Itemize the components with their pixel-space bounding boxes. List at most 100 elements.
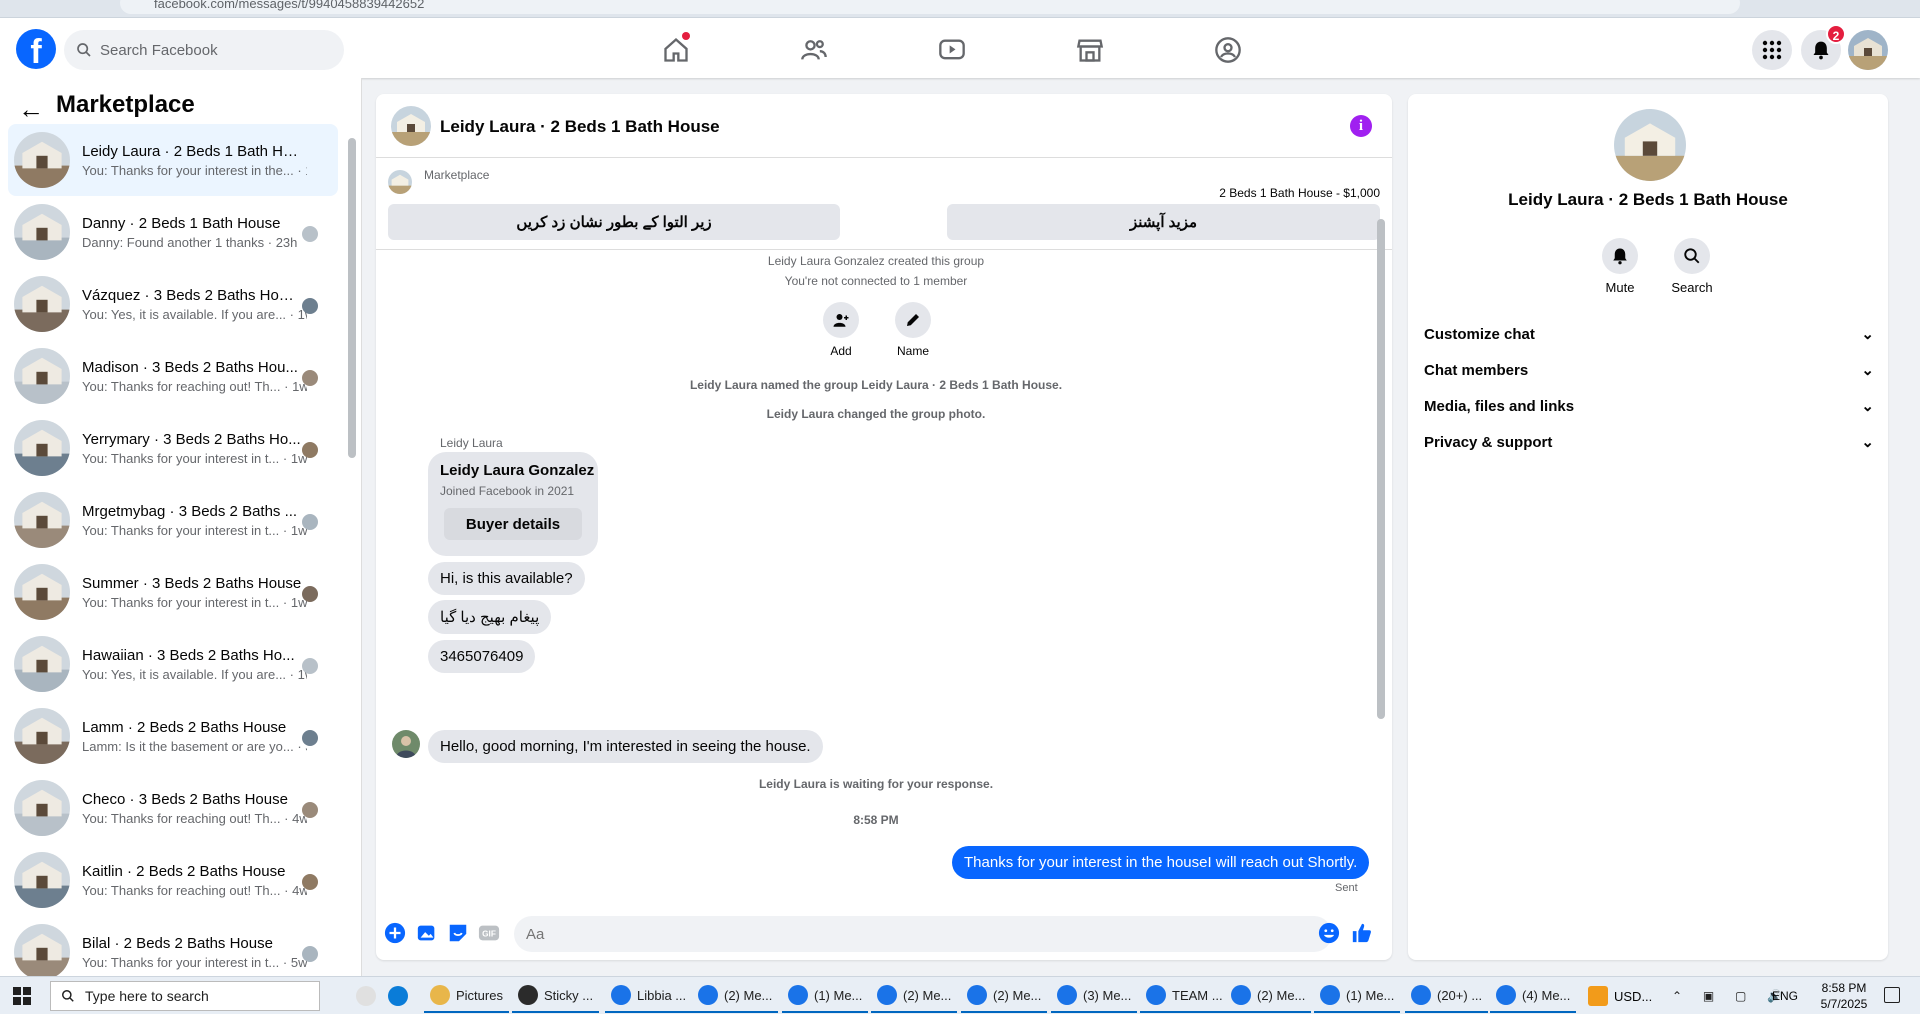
row-label: Media, files and links	[1424, 397, 1575, 415]
chat-avatar[interactable]	[391, 106, 431, 146]
name-group-action[interactable]: Name	[888, 302, 938, 358]
taskbar-window[interactable]: (1) Me...	[1314, 979, 1401, 1013]
menu-button[interactable]	[1752, 30, 1792, 70]
conversation-item[interactable]: Yerrymary · 3 Beds 2 Baths Ho... You: Tha…	[8, 412, 338, 484]
house-photo-icon	[14, 492, 70, 548]
sticker-icon[interactable]	[447, 922, 469, 944]
listing-thumbnail	[14, 204, 70, 260]
conversation-item[interactable]: Danny · 2 Beds 1 Bath House Danny: Found …	[8, 196, 338, 268]
system-message: Leidy Laura named the group Leidy Laura …	[689, 378, 1063, 392]
conversation-item[interactable]: Leidy Laura · 2 Beds 1 Bath House You: Th…	[8, 124, 338, 196]
conversation-item[interactable]: Summer · 3 Beds 2 Baths House You: Thanks…	[8, 556, 338, 628]
message-bubble[interactable]: Hi, is this available?	[428, 562, 585, 595]
video-tab[interactable]	[896, 28, 1008, 72]
conversation-name: Mrgetmybag · 3 Beds 2 Baths ...	[82, 502, 298, 520]
plus-circle-icon[interactable]	[384, 922, 406, 944]
profile-avatar[interactable]	[1848, 30, 1888, 70]
conversation-item[interactable]: Mrgetmybag · 3 Beds 2 Baths ... You: Than…	[8, 484, 338, 556]
address-bar[interactable]: facebook.com/messages/t/9940458839442652	[120, 0, 1740, 14]
media-files-links-row[interactable]: Media, files and links ⌄	[1424, 388, 1874, 424]
edge-icon[interactable]	[388, 986, 408, 1006]
photo-icon[interactable]	[416, 922, 438, 944]
windows-start-icon[interactable]	[13, 987, 31, 1005]
friends-tab[interactable]	[758, 28, 870, 72]
my-message-bubble[interactable]: Thanks for your interest in the houseI w…	[952, 846, 1370, 879]
message-bubble[interactable]: Hello, good morning, I'm interested in s…	[428, 730, 823, 763]
scrollbar[interactable]	[1377, 219, 1385, 719]
taskbar-window[interactable]: (2) Me...	[961, 979, 1048, 1013]
gif-icon[interactable]: GIF	[478, 922, 500, 944]
message-timestamp: 8:58 PM	[853, 813, 899, 827]
clock[interactable]: 8:58 PM 5/7/2025	[1808, 980, 1880, 1012]
conversation-item[interactable]: Kaitlin · 2 Beds 2 Baths House You: Thank…	[8, 844, 338, 916]
info-icon[interactable]: i	[1350, 115, 1372, 137]
system-tray-icons[interactable]: ⌃ ▣ ▢ 🔊	[1672, 983, 1782, 1009]
taskbar-window[interactable]: (20+) ...	[1405, 979, 1489, 1013]
conversation-item[interactable]: Checo · 3 Beds 2 Baths House You: Thanks …	[8, 772, 338, 844]
more-options-button[interactable]: مزید آپشنز	[947, 204, 1380, 240]
add-member-action[interactable]: Add	[816, 302, 866, 358]
house-photo-icon	[14, 420, 70, 476]
taskbar-window[interactable]: TEAM ...	[1140, 979, 1229, 1013]
taskbar-window[interactable]: Sticky ...	[512, 979, 600, 1013]
app-icon	[967, 985, 987, 1005]
chat-title[interactable]: Leidy Laura · 2 Beds 1 Bath House	[440, 117, 720, 137]
taskbar-window[interactable]: (4) Me...	[1490, 979, 1577, 1013]
groups-tab[interactable]	[1172, 28, 1284, 72]
clock-date: 5/7/2025	[1820, 997, 1868, 1011]
group-avatar[interactable]	[1614, 109, 1686, 181]
taskbar-window[interactable]: (2) Me...	[692, 979, 779, 1013]
emoji-icon[interactable]	[1318, 922, 1340, 944]
message-bubble[interactable]: 3465076409	[428, 640, 536, 673]
house-photo-icon	[14, 348, 70, 404]
weather-widget[interactable]: USD...	[1588, 981, 1652, 1011]
conversation-item[interactable]: Lamm · 2 Beds 2 Baths House Lamm: Is it t…	[8, 700, 338, 772]
conversation-item[interactable]: Madison · 3 Beds 2 Baths Hou... You: Than…	[8, 340, 338, 412]
customize-chat-row[interactable]: Customize chat ⌄	[1424, 316, 1874, 352]
facebook-logo-icon[interactable]: f	[16, 29, 56, 71]
chevron-up-icon[interactable]: ⌃	[1672, 989, 1682, 1003]
notification-center-icon[interactable]	[1884, 987, 1900, 1003]
display-icon[interactable]: ▢	[1735, 989, 1746, 1003]
thumbs-up-icon[interactable]	[1351, 922, 1373, 944]
taskbar-window[interactable]: (1) Me...	[782, 979, 869, 1013]
mark-pending-button[interactable]: زیر التوا کے بطور نشان زد کریں	[388, 204, 840, 240]
buyer-details-button[interactable]: Buyer details	[444, 508, 582, 540]
house-photo-icon	[14, 132, 70, 188]
home-tab[interactable]	[620, 28, 732, 72]
listing-thumbnail[interactable]	[388, 170, 412, 194]
scrollbar[interactable]	[348, 138, 356, 458]
language-indicator[interactable]: ENG	[1772, 989, 1798, 1003]
taskbar-window[interactable]: (3) Me...	[1051, 979, 1138, 1013]
profile-card: Leidy Laura Gonzalez Joined Facebook in …	[428, 452, 598, 556]
listing-price[interactable]: 2 Beds 1 Bath House - $1,000	[1219, 186, 1380, 200]
windows-taskbar: Type here to search Pictures Sticky ... Li…	[0, 976, 1920, 1014]
name-label: Name	[896, 344, 929, 358]
taskbar-window-label: (1) Me...	[814, 987, 863, 1003]
taskbar-window[interactable]: Pictures	[424, 979, 509, 1013]
mute-action[interactable]: Mute	[1590, 238, 1650, 295]
sender-avatar[interactable]	[392, 730, 420, 758]
taskbar-window[interactable]: (2) Me...	[871, 979, 958, 1013]
taskbar-window[interactable]: Libbia ...	[605, 979, 693, 1013]
card-name[interactable]: Leidy Laura Gonzalez	[440, 462, 594, 479]
marketplace-tab[interactable]	[1034, 28, 1146, 72]
listing-thumbnail	[14, 708, 70, 764]
taskbar-window[interactable]: (2) Me...	[1225, 979, 1312, 1013]
conversation-item[interactable]: Hawaiian · 3 Beds 2 Baths Ho... You: Yes,…	[8, 628, 338, 700]
listing-strip: Marketplace 2 Beds 1 Bath House - $1,000…	[376, 158, 1392, 250]
conversation-name: Danny · 2 Beds 1 Bath House	[82, 214, 281, 232]
pinned-app-icon[interactable]	[356, 986, 376, 1006]
message-input[interactable]	[514, 916, 1332, 952]
chat-members-row[interactable]: Chat members ⌄	[1424, 352, 1874, 388]
seen-avatar	[302, 946, 318, 962]
message-bubble[interactable]: پیغام بھیج دیا گیا	[428, 600, 552, 634]
back-arrow-icon[interactable]: ←	[18, 94, 44, 125]
search-action[interactable]: Search	[1662, 238, 1722, 295]
house-photo-icon	[14, 564, 70, 620]
taskbar-search[interactable]: Type here to search	[50, 981, 320, 1011]
search-facebook-input[interactable]: Search Facebook	[64, 30, 344, 70]
privacy-support-row[interactable]: Privacy & support ⌄	[1424, 424, 1874, 460]
network-icon[interactable]: ▣	[1703, 989, 1714, 1003]
conversation-item[interactable]: Vázquez · 3 Beds 2 Baths House You: Yes, …	[8, 268, 338, 340]
